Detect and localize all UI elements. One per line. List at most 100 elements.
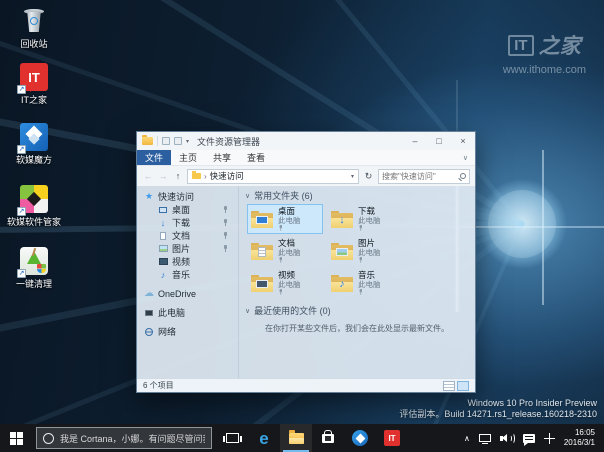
qat-dropdown-icon[interactable]: ▾ <box>186 138 189 145</box>
sidebar-item-downloads[interactable]: ↓ 下载 <box>137 216 238 229</box>
folder-name: 桌面 <box>278 207 301 216</box>
folder-tile-documents[interactable]: 文档此电脑 <box>247 236 323 266</box>
task-view-button[interactable] <box>216 424 248 452</box>
pin-icon <box>358 257 364 263</box>
folder-location: 此电脑 <box>358 248 381 257</box>
edge-button[interactable]: e <box>248 424 280 452</box>
onedrive-cloud-icon: ☁ <box>144 289 154 299</box>
pictures-folder-icon <box>331 243 353 260</box>
pin-icon <box>222 219 229 227</box>
file-explorer-window: ▾ 文件资源管理器 – □ × 文件 主页 共享 查看 ∨ ← → ↑ › 快速… <box>136 131 476 393</box>
qat-new-folder-icon[interactable] <box>174 137 182 145</box>
network-icon <box>144 327 154 337</box>
pin-icon <box>222 245 229 253</box>
input-indicator-tray-icon[interactable] <box>544 433 555 444</box>
status-bar: 6 个项目 <box>137 378 475 392</box>
qat-properties-icon[interactable] <box>162 137 170 145</box>
music-folder-icon: ♪ <box>331 275 353 292</box>
desktop-icon-label: 一键清理 <box>3 279 65 289</box>
collapse-icon[interactable]: ∨ <box>245 192 250 200</box>
details-view-toggle[interactable] <box>443 381 455 391</box>
clock[interactable]: 16:05 2016/3/1 <box>564 428 595 448</box>
desktop-icon-recycle-bin[interactable]: 回收站 <box>3 6 65 49</box>
ruanmei-cube-button[interactable] <box>344 424 376 452</box>
ithome-icon: IT <box>384 430 400 446</box>
window-title: 文件资源管理器 <box>197 135 260 148</box>
up-button[interactable]: ↑ <box>172 171 184 181</box>
build-watermark-line1: Windows 10 Pro Insider Preview <box>399 398 597 409</box>
pin-icon <box>358 289 364 295</box>
sidebar-item-documents[interactable]: 文档 <box>137 229 238 242</box>
folder-tile-videos[interactable]: 视频此电脑 <box>247 268 323 298</box>
sidebar-item-label: 文档 <box>172 229 190 242</box>
ribbon-tabs: 文件 主页 共享 查看 ∨ <box>137 150 475 166</box>
cortana-icon <box>43 433 54 444</box>
windows-logo-icon <box>10 432 23 445</box>
tab-file[interactable]: 文件 <box>137 150 171 165</box>
folder-tile-music[interactable]: ♪ 音乐此电脑 <box>327 268 403 298</box>
sidebar-item-quick-access[interactable]: ★快速访问 <box>137 190 238 203</box>
downloads-folder-icon: ↓ <box>158 218 168 228</box>
back-button[interactable]: ← <box>142 171 154 181</box>
sidebar-item-label: 音乐 <box>172 268 190 281</box>
search-box[interactable] <box>378 169 470 184</box>
expand-ribbon-icon[interactable]: ∨ <box>463 150 475 165</box>
sidebar-item-music[interactable]: ♪ 音乐 <box>137 268 238 281</box>
tab-view[interactable]: 查看 <box>239 150 273 165</box>
title-bar[interactable]: ▾ 文件资源管理器 – □ × <box>137 132 475 150</box>
recent-files-header[interactable]: ∨ 最近使用的文件 (0) <box>245 304 469 317</box>
sidebar-item-videos[interactable]: 视频 <box>137 255 238 268</box>
store-button[interactable] <box>312 424 344 452</box>
music-folder-icon: ♪ <box>158 270 168 280</box>
sidebar-item-network[interactable]: 网络 <box>137 325 238 338</box>
volume-tray-icon[interactable] <box>500 433 514 444</box>
refresh-button[interactable]: ↻ <box>362 171 375 182</box>
store-icon <box>322 434 334 443</box>
file-explorer-button[interactable] <box>280 424 312 452</box>
ithome-button[interactable]: IT <box>376 424 408 452</box>
sidebar-item-onedrive[interactable]: ☁OneDrive <box>137 287 238 300</box>
folder-tile-downloads[interactable]: ↓ 下载此电脑 <box>327 204 403 234</box>
address-box[interactable]: › 快速访问 ▾ <box>187 169 359 184</box>
desktop-icon-ithome[interactable]: IT↗ IT之家 <box>3 62 65 105</box>
pin-icon <box>278 225 284 231</box>
folder-name: 文档 <box>278 239 301 248</box>
desktop-icon-ruanmei-cube[interactable]: ↗ 软媒魔方 <box>3 122 65 165</box>
network-tray-icon[interactable] <box>479 434 491 442</box>
tab-share[interactable]: 共享 <box>205 150 239 165</box>
sidebar-item-this-pc[interactable]: 此电脑 <box>137 306 238 319</box>
show-hidden-icons-button[interactable]: ∧ <box>464 434 470 443</box>
desktop-icon-one-key-clean[interactable]: ↗ 一键清理 <box>3 246 65 289</box>
desktop-icon-software-manager[interactable]: ↗ 软媒软件管家 <box>3 184 65 227</box>
collapse-icon[interactable]: ∨ <box>245 307 250 315</box>
desktop-icon-label: IT之家 <box>3 95 65 105</box>
explorer-folder-icon <box>142 137 153 145</box>
ithome-logo-home: 之家 <box>539 30 581 60</box>
cortana-search-box[interactable]: 我是 Cortana，小娜。有问题尽管问我。 <box>36 427 212 449</box>
folder-tile-pictures[interactable]: 图片此电脑 <box>327 236 403 266</box>
folder-tile-desktop[interactable]: 桌面此电脑 <box>247 204 323 234</box>
maximize-button[interactable]: □ <box>427 132 451 150</box>
documents-folder-icon <box>251 243 273 260</box>
feedback-tray-icon[interactable] <box>523 434 535 443</box>
frequent-folders-header[interactable]: ∨ 常用文件夹 (6) <box>245 189 469 202</box>
tab-home[interactable]: 主页 <box>171 150 205 165</box>
sidebar-item-desktop[interactable]: 桌面 <box>137 203 238 216</box>
sidebar-item-label: 视频 <box>172 255 190 268</box>
frequent-folders-title: 常用文件夹 (6) <box>254 189 313 202</box>
close-button[interactable]: × <box>451 132 475 150</box>
shortcut-arrow-icon: ↗ <box>17 269 26 278</box>
sidebar-item-pictures[interactable]: 图片 <box>137 242 238 255</box>
address-dropdown-icon[interactable]: ▾ <box>351 173 354 180</box>
forward-button[interactable]: → <box>157 171 169 181</box>
minimize-button[interactable]: – <box>403 132 427 150</box>
search-input[interactable] <box>382 172 458 181</box>
ithome-url: www.ithome.com <box>503 64 586 76</box>
breadcrumb-location[interactable]: 快速访问 <box>210 170 244 182</box>
desktop-folder-icon <box>251 211 273 228</box>
start-button[interactable] <box>0 424 32 452</box>
thumbnail-view-toggle[interactable] <box>457 381 469 391</box>
sidebar-item-label: 下载 <box>172 216 190 229</box>
sidebar-item-label: 桌面 <box>172 203 190 216</box>
search-icon <box>460 173 466 179</box>
